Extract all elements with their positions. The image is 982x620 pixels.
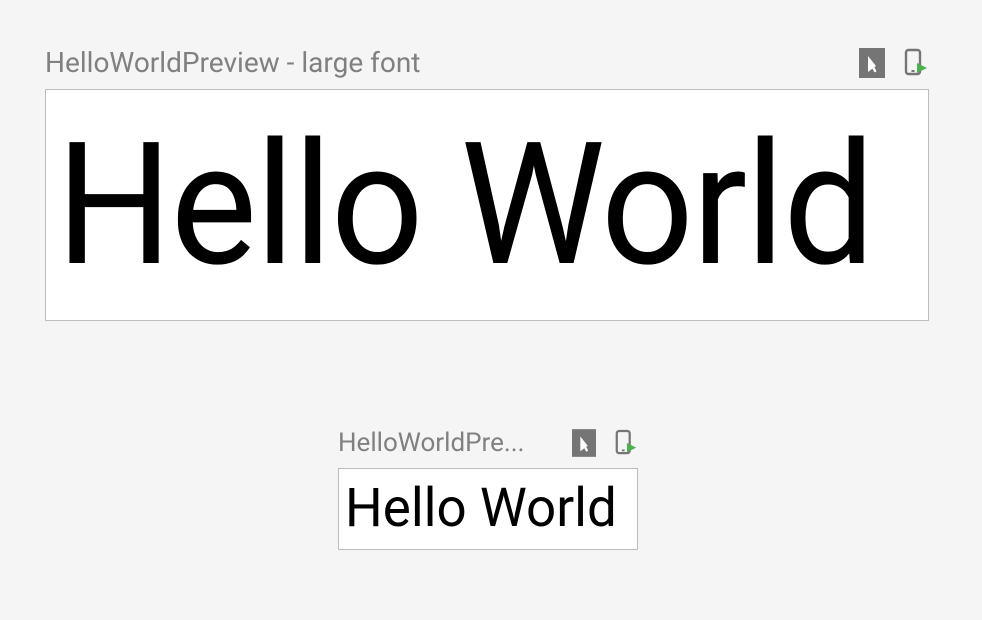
hello-world-text-small: Hello World [345, 482, 617, 536]
preview-surface-small[interactable]: Hello World [338, 468, 638, 550]
preview-group-large: HelloWorldPreview - large font [45, 46, 929, 321]
interactive-mode-icon[interactable] [859, 48, 885, 78]
preview-title-small: HelloWorldPre... [338, 428, 524, 458]
interactive-mode-icon[interactable] [572, 429, 596, 457]
deploy-preview-icon[interactable] [614, 429, 638, 457]
preview-actions-small [572, 429, 638, 457]
preview-surface-large[interactable]: Hello World [45, 89, 929, 321]
preview-header-small: HelloWorldPre... [338, 428, 638, 458]
deploy-preview-icon[interactable] [903, 48, 929, 78]
preview-group-small: HelloWorldPre... [338, 428, 638, 550]
preview-header-large: HelloWorldPreview - large font [45, 46, 929, 79]
preview-canvas: HelloWorldPreview - large font [0, 0, 982, 620]
hello-world-text-large: Hello World [56, 120, 873, 290]
preview-actions-large [859, 48, 929, 78]
preview-title-large: HelloWorldPreview - large font [45, 46, 420, 79]
